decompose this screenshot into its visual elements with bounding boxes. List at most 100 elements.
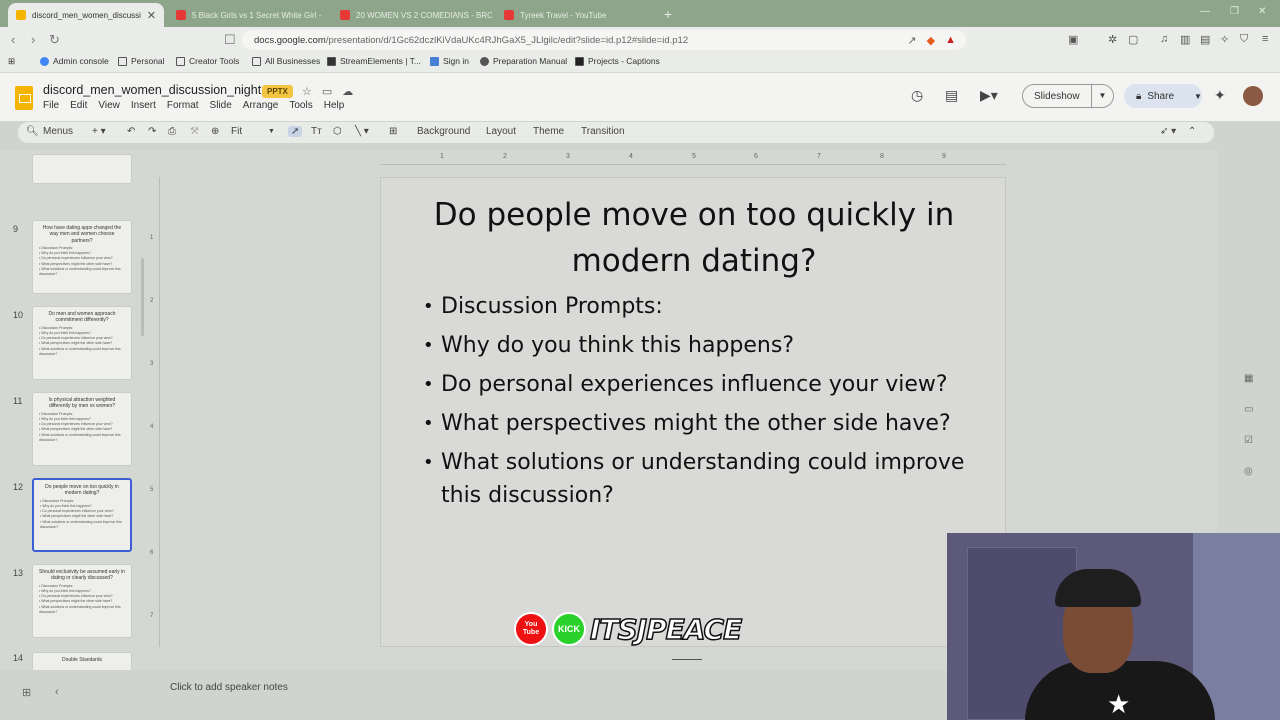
star-icon[interactable]: ☆: [302, 85, 312, 98]
layout-button[interactable]: Layout: [486, 126, 516, 137]
bullet-item: Do personal experiences influence your v…: [423, 368, 983, 401]
print-icon[interactable]: ⎙: [168, 126, 176, 137]
puzzle-icon[interactable]: ✲: [1108, 33, 1117, 46]
background-button[interactable]: Background: [417, 126, 470, 137]
menu-insert[interactable]: Insert: [131, 100, 156, 111]
bookmark-creator-tools[interactable]: Creator Tools: [176, 56, 239, 66]
zoom-select[interactable]: Fit: [231, 126, 242, 137]
bookmark-projects-captions[interactable]: Projects - Captions: [575, 56, 660, 66]
brave-rewards-icon[interactable]: ▲: [945, 34, 956, 47]
menu-arrange[interactable]: Arrange: [243, 100, 279, 111]
menu-tools[interactable]: Tools: [289, 100, 312, 111]
comments-icon[interactable]: ▤: [945, 87, 958, 104]
sidebar-icon[interactable]: ▥: [1180, 33, 1190, 46]
menu-slide[interactable]: Slide: [210, 100, 232, 111]
avatar[interactable]: [1243, 86, 1263, 106]
bookmark-sign-in[interactable]: Sign in: [430, 56, 469, 66]
ruler-tick: 3: [566, 153, 570, 160]
gemini-icon[interactable]: ✦: [1214, 87, 1226, 104]
line-icon[interactable]: ╲ ▾: [355, 126, 369, 137]
ruler-tick: 7: [150, 613, 154, 619]
apps-icon[interactable]: ⊞: [8, 56, 15, 67]
move-folder-icon[interactable]: ▭: [322, 85, 332, 98]
search-icon[interactable]: 🔍︎: [26, 126, 39, 137]
url-bar[interactable]: docs.google.com/presentation/d/1Gc62dczl…: [242, 30, 966, 50]
transition-button[interactable]: Transition: [581, 126, 625, 137]
zoom-icon[interactable]: ⊕: [211, 126, 219, 137]
brave-shield-icon[interactable]: ◆: [927, 34, 935, 47]
extension-icon[interactable]: ▣: [1068, 33, 1078, 46]
grid-view-icon[interactable]: ⊞: [22, 686, 31, 699]
chevron-down-icon[interactable]: ▼: [1091, 85, 1113, 107]
reload-icon[interactable]: ↻: [49, 32, 60, 48]
close-tab-icon[interactable]: ✕: [141, 9, 156, 22]
text-box-icon[interactable]: Tт: [311, 126, 322, 137]
collapse-toolbar-icon[interactable]: ⌃: [1188, 126, 1196, 137]
select-tool-icon[interactable]: ➚: [288, 126, 303, 137]
bookmark-admin-console[interactable]: Admin console: [40, 56, 109, 66]
forward-icon[interactable]: ›: [31, 32, 35, 47]
tasks-icon[interactable]: ☑: [1244, 435, 1253, 446]
google-slides-logo-icon[interactable]: [15, 86, 33, 110]
leo-icon[interactable]: ✧: [1220, 33, 1229, 46]
menu-help[interactable]: Help: [324, 100, 345, 111]
bookmark-streamelements[interactable]: StreamElements | T...: [327, 56, 421, 66]
paint-format-icon[interactable]: ⚒: [190, 126, 199, 137]
tab-youtube-2[interactable]: 20 WOMEN VS 2 COMEDIANS - BRO: [332, 3, 492, 27]
redo-icon[interactable]: ↷: [148, 126, 156, 137]
tab-discord-slides[interactable]: discord_men_women_discussion_night ✕: [8, 3, 164, 27]
slide-body[interactable]: Discussion Prompts: Why do you think thi…: [423, 290, 983, 518]
vpn-icon[interactable]: ⛉: [1240, 33, 1248, 46]
meet-icon[interactable]: ▶▾: [980, 87, 998, 104]
slideshow-button[interactable]: Slideshow ▼: [1022, 84, 1114, 108]
calendar-icon[interactable]: ▦: [1244, 373, 1253, 384]
filmstrip-scrollbar[interactable]: [141, 258, 144, 336]
tab-youtube-3[interactable]: Tyreek Travel - YouTube: [496, 3, 656, 27]
music-icon[interactable]: ♫: [1160, 33, 1168, 45]
menu-view[interactable]: View: [98, 100, 120, 111]
menu-format[interactable]: Format: [167, 100, 199, 111]
wallet-icon[interactable]: ▤: [1200, 33, 1210, 46]
minimize-icon[interactable]: —: [1200, 6, 1210, 17]
version-history-icon[interactable]: ◷: [911, 87, 923, 104]
menus-search[interactable]: Menus: [43, 126, 73, 137]
chevron-down-icon[interactable]: ▼: [268, 128, 275, 135]
menu-file[interactable]: File: [43, 100, 59, 111]
new-slide-icon[interactable]: + ▾: [92, 126, 106, 137]
screenshot-icon[interactable]: ▢: [1128, 33, 1138, 46]
close-window-icon[interactable]: ✕: [1258, 6, 1266, 17]
bookmark-icon[interactable]: ☐: [224, 32, 236, 48]
collapse-filmstrip-icon[interactable]: ‹: [55, 686, 59, 698]
undo-icon[interactable]: ↶: [127, 126, 135, 137]
shape-icon[interactable]: ⬡: [333, 126, 342, 137]
slide-thumbnail[interactable]: [32, 154, 132, 184]
tab-youtube-1[interactable]: 5 Black Girls vs 1 Secret White Girl -: [168, 3, 328, 27]
chevron-down-icon[interactable]: ▼: [1194, 92, 1202, 101]
slide-thumbnail[interactable]: Double Standards: [32, 652, 132, 670]
slide-thumbnail[interactable]: How have dating apps changed the way men…: [32, 220, 132, 294]
document-title[interactable]: discord_men_women_discussion_night: [43, 83, 261, 97]
bookmark-preparation-manual[interactable]: Preparation Manual: [480, 56, 567, 66]
speaker-notes[interactable]: Click to add speaker notes: [145, 676, 1045, 702]
keep-icon[interactable]: ▭: [1244, 404, 1253, 415]
menu-edit[interactable]: Edit: [70, 100, 87, 111]
pen-mode-icon[interactable]: ➶ ▾: [1160, 126, 1176, 137]
share-button[interactable]: 🔒︎ Share ▼: [1124, 84, 1202, 108]
bookmark-all-businesses[interactable]: All Businesses: [252, 56, 320, 66]
current-slide[interactable]: Do people move on too quickly in modern …: [380, 177, 1006, 647]
new-tab-button[interactable]: +: [664, 6, 672, 22]
slide-thumbnail-selected[interactable]: Do people move on too quickly in modern …: [32, 478, 132, 552]
maximize-icon[interactable]: ❐: [1230, 6, 1239, 17]
cloud-status-icon[interactable]: ☁: [342, 85, 353, 98]
comment-icon[interactable]: ⊞: [389, 126, 397, 137]
back-icon[interactable]: ‹: [11, 32, 15, 47]
theme-button[interactable]: Theme: [533, 126, 564, 137]
slide-thumbnail[interactable]: Is physical attraction weighted differen…: [32, 392, 132, 466]
slide-title[interactable]: Do people move on too quickly in modern …: [401, 192, 987, 284]
share-page-icon[interactable]: ↗: [907, 34, 916, 47]
bookmark-personal[interactable]: Personal: [118, 56, 165, 66]
menu-icon[interactable]: ≡: [1262, 33, 1268, 45]
slide-thumbnail[interactable]: Should exclusivity be assumed early in d…: [32, 564, 132, 638]
slide-thumbnail[interactable]: Do men and women approach commitment dif…: [32, 306, 132, 380]
add-on-icon[interactable]: ◎: [1244, 466, 1253, 477]
